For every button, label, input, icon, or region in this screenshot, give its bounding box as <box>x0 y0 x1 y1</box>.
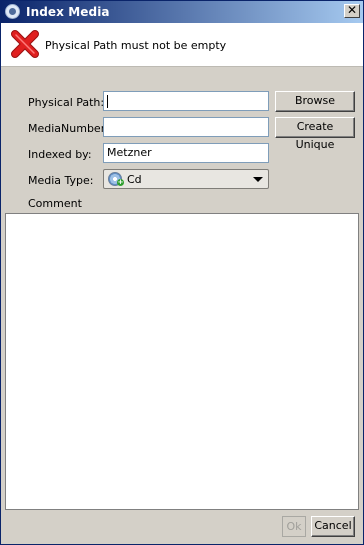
create-unique-button[interactable]: Create Unique <box>275 117 355 151</box>
physical-path-input[interactable] <box>103 91 269 111</box>
comment-label: Comment <box>28 197 82 210</box>
indexed-by-input[interactable]: Metzner <box>103 143 269 163</box>
title-bar[interactable]: Index Media ✕ <box>1 1 363 23</box>
close-icon: ✕ <box>346 3 358 17</box>
add-badge-icon: + <box>117 178 124 186</box>
message-area: Physical Path must not be empty <box>1 23 363 67</box>
window-title: Index Media <box>26 5 110 19</box>
text-caret <box>107 94 108 108</box>
error-icon <box>11 30 39 58</box>
ok-button[interactable]: Ok <box>282 516 306 537</box>
media-number-input[interactable] <box>103 117 269 137</box>
media-type-value: Cd <box>127 173 142 186</box>
chevron-down-icon <box>253 177 263 182</box>
close-button[interactable]: ✕ <box>344 4 360 18</box>
physical-path-label: Physical Path: <box>28 96 105 109</box>
app-icon <box>5 4 20 19</box>
media-type-select[interactable]: + Cd <box>103 169 269 189</box>
browse-button[interactable]: Browse <box>275 91 355 112</box>
index-media-dialog: Index Media ✕ Physical Path must not be … <box>0 0 364 545</box>
cancel-button[interactable]: Cancel <box>311 516 355 537</box>
error-message: Physical Path must not be empty <box>45 39 227 52</box>
media-type-label: Media Type: <box>28 174 94 187</box>
indexed-by-label: Indexed by: <box>28 148 92 161</box>
comment-textarea[interactable] <box>5 213 359 510</box>
media-number-label: MediaNumber: <box>28 122 109 135</box>
